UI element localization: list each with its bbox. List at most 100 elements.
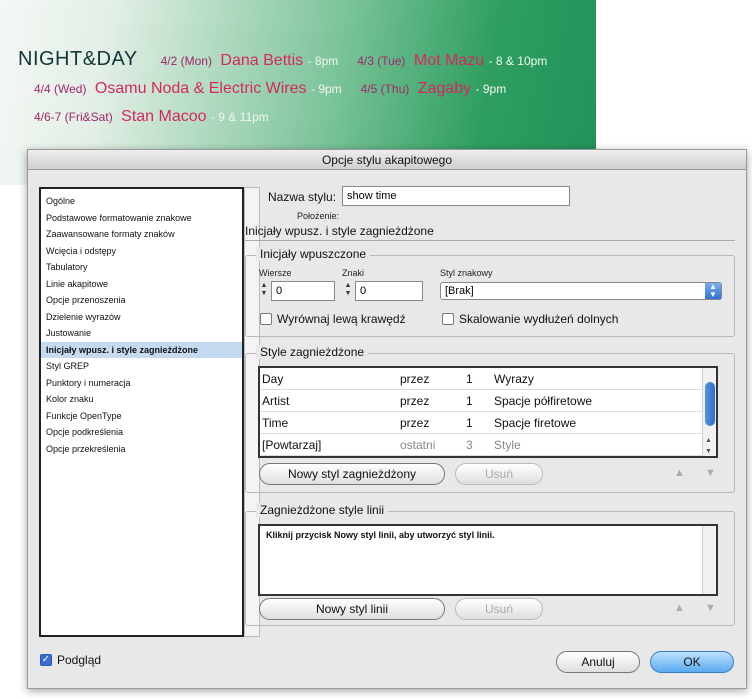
new-line-style-button[interactable]: Nowy styl linii (259, 598, 445, 620)
event-date: 4/2 (Mon) (160, 54, 212, 68)
category-list: Ogólne Podstawowe formatowanie znakowe Z… (39, 187, 260, 637)
scroll-thumb[interactable] (705, 382, 715, 426)
move-up-icon[interactable]: ▲ (674, 467, 685, 479)
banner-row-2: 4/4 (Wed) Osamu Noda & Electric Wires - … (34, 80, 506, 98)
preview-label: Podgląd (57, 653, 102, 667)
event-artist: Osamu Noda & Electric Wires (94, 80, 307, 97)
dropcaps-title: Inicjały wpuszczone (256, 247, 371, 261)
lines-stepper-icon[interactable]: ▲ ▼ (260, 282, 268, 300)
event-time: - 9pm (475, 82, 507, 96)
nested-styles-title: Style zagnieżdżone (256, 345, 369, 359)
nested-lines-hint: Kliknij przycisk Nowy styl linii, aby ut… (266, 530, 495, 540)
sidebar-item[interactable]: Wcięcia i odstępy (41, 243, 242, 260)
table-row[interactable]: Time przez 1 Spacje firetowe (260, 412, 716, 434)
scroll-up-icon[interactable]: ▲ (705, 437, 712, 444)
move-down-icon[interactable]: ▼ (705, 602, 716, 614)
cell-what: Wyrazy (494, 372, 534, 386)
style-name-label: Nazwa stylu: (268, 190, 337, 204)
delete-line-style-button[interactable]: Usuń (455, 598, 543, 620)
nested-styles-group: Style zagnieżdżone Day przez 1 Wyrazy Ar… (245, 345, 735, 493)
ok-button[interactable]: OK (650, 651, 734, 673)
style-name-input[interactable]: show time (342, 186, 570, 206)
preview-checkbox[interactable]: ✓ Podgląd (40, 653, 101, 667)
scale-descenders-label: Skalowanie wydłużeń dolnych (459, 312, 619, 326)
banner-row-3: 4/6-7 (Fri&Sat) Stan Macoo - 9 & 11pm (34, 108, 269, 126)
align-left-checkbox[interactable]: Wyrównaj lewą krawędź (260, 312, 406, 326)
scroll-down-icon[interactable]: ▼ (705, 448, 712, 455)
lines-label: Wiersze (259, 268, 292, 278)
sidebar-item[interactable]: Opcje podkreślenia (41, 424, 242, 441)
cell-num: 1 (466, 372, 473, 386)
nested-line-styles-list[interactable]: Kliknij przycisk Nowy styl linii, aby ut… (258, 524, 718, 596)
position-label: Położenie: (297, 211, 340, 221)
cell-what: Style (494, 438, 521, 452)
cell-rel: przez (400, 416, 430, 430)
table-scrollbar[interactable]: ▲ ▼ (702, 368, 716, 456)
delete-nested-style-button[interactable]: Usuń (455, 463, 543, 485)
banner-row-1: NIGHT&DAY 4/2 (Mon) Dana Bettis - 8pm 4/… (18, 48, 547, 71)
nested-line-styles-group: Zagnieżdżone style linii Kliknij przycis… (245, 503, 735, 626)
checkbox-icon (260, 313, 272, 325)
charstyle-label: Styl znakowy (440, 268, 493, 278)
paragraph-style-dialog: Opcje stylu akapitowego Ogólne Podstawow… (27, 149, 747, 689)
sidebar-item[interactable]: Ogólne (41, 193, 242, 210)
checkmark-icon: ✓ (40, 654, 52, 666)
table-row[interactable]: Artist przez 1 Spacje półfiretowe (260, 390, 716, 412)
checkbox-icon (442, 313, 454, 325)
event-time: - 9pm (310, 82, 342, 96)
cell-rel: przez (400, 372, 430, 386)
sidebar-item[interactable]: Funkcje OpenType (41, 408, 242, 425)
sidebar-item[interactable]: Tabulatory (41, 259, 242, 276)
banner-title: NIGHT&DAY (18, 48, 138, 70)
sidebar-item-selected[interactable]: Inicjały wpusz. i style zagnieżdżone (41, 341, 242, 358)
cell-num: 1 (466, 394, 473, 408)
event-time: - 8pm (307, 54, 339, 68)
chars-label: Znaki (342, 268, 365, 278)
event-artist: Dana Bettis (220, 52, 304, 69)
move-down-icon[interactable]: ▼ (705, 467, 716, 479)
event-artist: Mot Mazu (413, 52, 485, 69)
cell-rel: ostatni (400, 438, 436, 452)
select-arrows-icon: ▲ ▼ (705, 283, 721, 299)
event-date: 4/6-7 (Fri&Sat) (34, 110, 113, 124)
move-up-icon[interactable]: ▲ (674, 602, 685, 614)
new-nested-style-button[interactable]: Nowy styl zagnieżdżony (259, 463, 445, 485)
sidebar-item[interactable]: Podstawowe formatowanie znakowe (41, 210, 242, 227)
event-artist: Stan Macoo (121, 108, 207, 125)
cell-what: Spacje firetowe (494, 416, 577, 430)
section-title: Inicjały wpusz. i style zagnieżdżone (245, 224, 434, 238)
lines-input[interactable]: 0 (271, 281, 335, 301)
cell-num: 1 (466, 416, 473, 430)
align-left-label: Wyrównaj lewą krawędź (277, 312, 406, 326)
sidebar-item[interactable]: Opcje przenoszenia (41, 292, 242, 309)
sidebar-item[interactable]: Styl GREP (41, 358, 242, 375)
charstyle-select[interactable]: [Brak] ▲ ▼ (440, 282, 722, 300)
nested-line-styles-title: Zagnieżdżone style linii (256, 503, 389, 517)
dialog-title: Opcje stylu akapitowego (28, 150, 746, 170)
table-row[interactable]: Day przez 1 Wyrazy (260, 368, 716, 390)
event-artist: Zagaby (417, 80, 472, 97)
sidebar-item[interactable]: Punktory i numeracja (41, 375, 242, 392)
sidebar-item[interactable]: Justowanie (41, 325, 242, 342)
cell-style: Time (262, 416, 289, 430)
event-time: - 9 & 11pm (210, 110, 269, 124)
cell-what: Spacje półfiretowe (494, 394, 593, 408)
sidebar-item[interactable]: Dzielenie wyrazów (41, 309, 242, 326)
event-time: - 8 & 10pm (488, 54, 548, 68)
scale-descenders-checkbox[interactable]: Skalowanie wydłużeń dolnych (442, 312, 618, 326)
section-divider (245, 240, 735, 241)
cancel-button[interactable]: Anuluj (556, 651, 640, 673)
event-date: 4/4 (Wed) (34, 82, 87, 96)
table-row[interactable]: [Powtarzaj] ostatni 3 Style (260, 434, 716, 456)
chars-input[interactable]: 0 (355, 281, 423, 301)
sidebar-item[interactable]: Linie akapitowe (41, 276, 242, 293)
chars-stepper-icon[interactable]: ▲ ▼ (344, 282, 352, 300)
event-date: 4/5 (Thu) (360, 82, 410, 96)
cell-style: [Powtarzaj] (262, 438, 322, 452)
cell-style: Artist (262, 394, 290, 408)
sidebar-item[interactable]: Zaawansowane formaty znaków (41, 226, 242, 243)
event-date: 4/3 (Tue) (357, 54, 406, 68)
sidebar-item[interactable]: Opcje przekreślenia (41, 441, 242, 458)
sidebar-item[interactable]: Kolor znaku (41, 391, 242, 408)
list-scrollbar[interactable] (702, 526, 716, 594)
